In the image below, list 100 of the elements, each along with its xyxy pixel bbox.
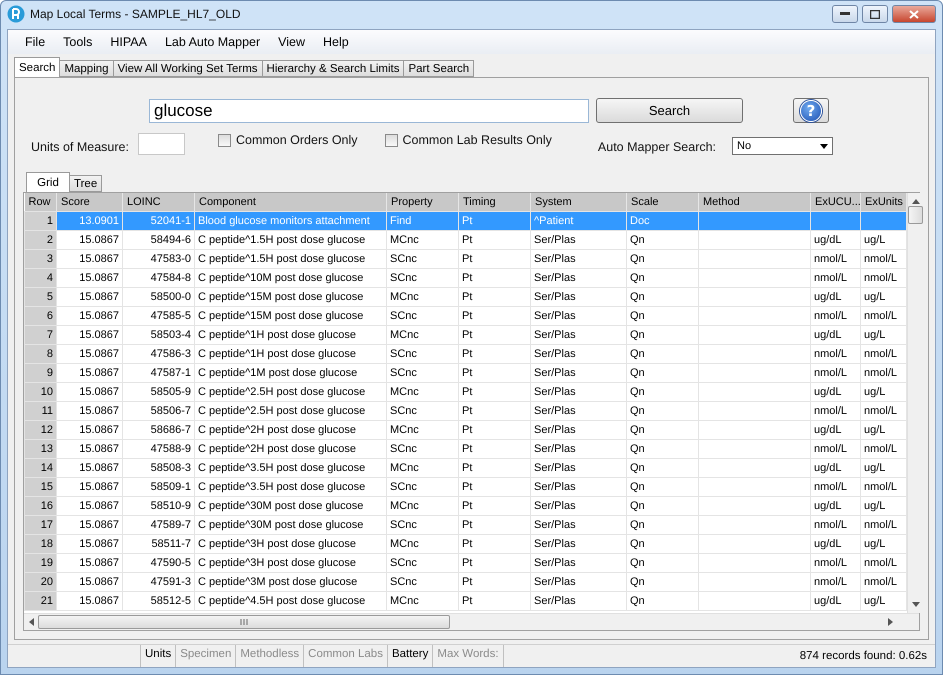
tab[interactable]: View All Working Set Terms (112, 60, 263, 77)
table-cell: ^Patient (534, 215, 574, 227)
row-number: 18 (40, 538, 53, 550)
table-cell: SCnc (390, 310, 417, 322)
table-cell: 15.0867 (79, 538, 119, 550)
scroll-thumb[interactable] (38, 615, 450, 629)
table-cell: ug/L (864, 329, 886, 341)
column-header[interactable]: LOINC (122, 193, 194, 212)
table-cell: nmol/L (864, 348, 898, 360)
menu-item[interactable]: View (269, 35, 314, 49)
table-cell: Pt (462, 367, 472, 379)
table-cell: 47584-8 (150, 272, 191, 284)
scroll-right-icon[interactable] (888, 618, 893, 626)
menu-item[interactable]: Help (314, 35, 358, 49)
menu-item[interactable]: File (16, 35, 54, 49)
menu-item[interactable]: Lab Auto Mapper (156, 35, 270, 49)
table-cell: 47583-0 (150, 253, 191, 265)
checkbox[interactable] (218, 134, 231, 146)
table-cell: Qn (630, 595, 645, 607)
maximize-button[interactable] (862, 5, 888, 23)
tab[interactable]: Grid (26, 172, 70, 192)
search-button[interactable]: Search (596, 98, 743, 123)
table-cell: Pt (462, 538, 472, 550)
table-cell: nmol/L (864, 443, 898, 455)
status-filter[interactable]: Units (140, 645, 176, 667)
column-header[interactable]: Timing (458, 193, 530, 212)
table-cell: nmol/L (814, 443, 848, 455)
search-field[interactable]: glucose (149, 98, 589, 122)
table-cell: 15.0867 (79, 481, 119, 493)
table-cell: Qn (630, 424, 645, 436)
column-header[interactable]: Component (194, 193, 386, 212)
minimize-button[interactable] (832, 5, 858, 23)
menu-item[interactable]: Tools (54, 35, 102, 49)
column-header[interactable]: Scale (626, 193, 698, 212)
table-cell: Qn (630, 348, 645, 360)
table-cell: 58686-7 (150, 424, 191, 436)
table-cell: 15.0867 (79, 519, 119, 531)
table-cell: Pt (462, 519, 472, 531)
column-header[interactable]: ExUCU... (810, 193, 860, 212)
tab[interactable]: Mapping (59, 60, 114, 77)
table-cell: Ser/Plas (534, 557, 576, 569)
table-cell: nmol/L (814, 576, 848, 588)
table-cell: Pt (462, 329, 472, 341)
scroll-up-icon[interactable] (912, 199, 920, 204)
checkbox[interactable] (384, 134, 398, 146)
table-cell: Ser/Plas (534, 253, 576, 265)
table-cell: C peptide^15M post dose glucose (198, 291, 364, 303)
close-icon (909, 10, 919, 18)
app-logo-icon (7, 5, 25, 23)
scroll-left-icon[interactable] (29, 618, 34, 626)
table-cell: 15.0867 (79, 310, 119, 322)
column-header[interactable]: Score (56, 193, 122, 212)
row-number: 19 (40, 557, 53, 569)
table-cell: Ser/Plas (534, 367, 576, 379)
column-header[interactable]: Method (698, 193, 810, 212)
table-cell: SCnc (390, 253, 417, 265)
table-cell: Qn (630, 576, 645, 588)
row-number: 2 (46, 234, 53, 246)
units-field[interactable] (138, 133, 185, 155)
menu-item[interactable]: HIPAA (101, 35, 156, 49)
table-cell: Qn (630, 538, 645, 550)
table-cell: Pt (462, 234, 472, 246)
table-cell: Doc (630, 215, 650, 227)
column-header[interactable]: Property (386, 193, 458, 212)
table-cell: 58511-7 (151, 538, 191, 550)
table-cell: nmol/L (814, 405, 848, 417)
table-cell: ug/dL (814, 329, 842, 341)
table-cell: 15.0867 (79, 367, 119, 379)
table-cell: Pt (462, 291, 472, 303)
status-filter[interactable]: Battery (386, 645, 432, 667)
column-header[interactable]: Row (24, 193, 56, 212)
table-cell: ug/L (864, 538, 886, 550)
table-cell: Ser/Plas (534, 481, 576, 493)
table-cell: Qn (630, 253, 645, 265)
minimize-icon (840, 12, 850, 16)
column-header[interactable]: System (530, 193, 626, 212)
row-number: 17 (40, 519, 53, 531)
table-cell: Pt (462, 272, 472, 284)
table-cell: Qn (630, 272, 645, 284)
table-cell: C peptide^1H post dose glucose (198, 348, 356, 360)
table-cell: Ser/Plas (534, 538, 576, 550)
tab[interactable]: Hierarchy & Search Limits (262, 60, 404, 77)
auto-mapper-dropdown[interactable]: No (732, 137, 834, 155)
table-cell: ug/L (864, 500, 886, 512)
table-cell: 15.0867 (79, 576, 119, 588)
tab[interactable]: Part Search (403, 60, 474, 77)
table-cell: SCnc (390, 519, 417, 531)
tab[interactable]: Search (14, 57, 60, 77)
close-button[interactable] (892, 5, 936, 23)
scroll-down-icon[interactable] (912, 602, 920, 607)
table-cell: Qn (630, 557, 645, 569)
row-number: 21 (40, 595, 53, 607)
table-cell: 15.0867 (79, 348, 119, 360)
scroll-thumb[interactable] (908, 206, 923, 224)
row-number: 10 (40, 386, 53, 398)
table-cell: 58503-4 (150, 329, 191, 341)
column-header[interactable]: ExUnits (860, 193, 906, 212)
table-cell: MCnc (390, 424, 419, 436)
table-cell: Ser/Plas (534, 500, 576, 512)
tab[interactable]: Tree (69, 175, 102, 192)
